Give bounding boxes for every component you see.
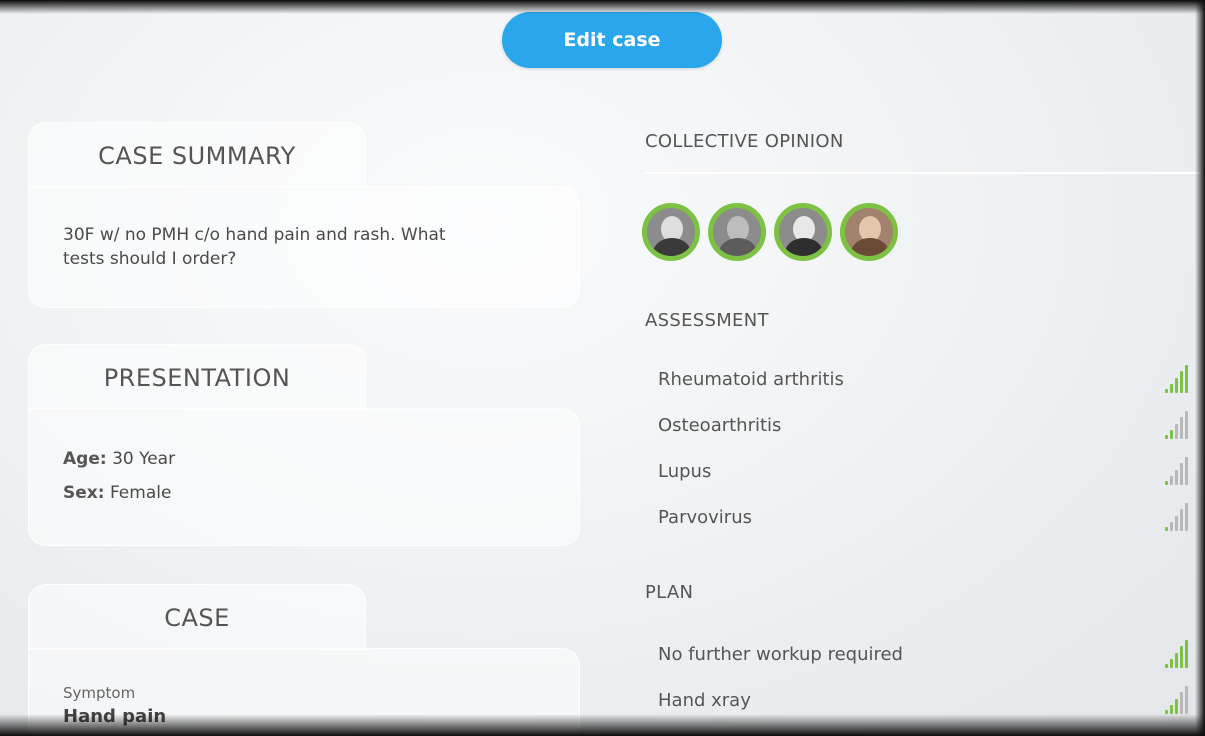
- signal-strength-icon: [1165, 365, 1188, 393]
- plan-label: Hand xray: [658, 689, 751, 711]
- top-vignette: [0, 0, 1205, 14]
- collective-opinion-title: COLLECTIVE OPINION: [645, 131, 844, 152]
- plan-label: No further workup required: [658, 643, 903, 665]
- avatar[interactable]: [840, 203, 898, 261]
- assessment-item[interactable]: Osteoarthritis: [658, 410, 1188, 440]
- assessment-item[interactable]: Rheumatoid arthritis: [658, 364, 1188, 394]
- plan-item[interactable]: Hand xray: [658, 685, 1188, 715]
- age-row: Age: 30 Year: [29, 409, 579, 471]
- presentation-card: Age: 30 Year Sex: Female: [28, 408, 580, 546]
- case-title: CASE: [164, 603, 230, 632]
- assessment-label: Lupus: [658, 460, 712, 482]
- plan-title: PLAN: [645, 582, 694, 603]
- sex-row: Sex: Female: [29, 471, 579, 505]
- sex-value: Female: [109, 483, 172, 503]
- avatar[interactable]: [642, 203, 700, 261]
- case-summary-line-2: tests should I order?: [63, 249, 237, 269]
- presentation-tab: PRESENTATION: [28, 344, 366, 410]
- age-value: 30 Year: [112, 449, 176, 469]
- age-label: Age:: [63, 449, 107, 469]
- signal-strength-icon: [1165, 457, 1188, 485]
- right-vignette: [1195, 0, 1205, 736]
- case-summary-tab: CASE SUMMARY: [28, 122, 366, 188]
- case-summary-title: CASE SUMMARY: [98, 141, 296, 170]
- case-summary-line-1: 30F w/ no PMH c/o hand pain and rash. Wh…: [63, 225, 446, 245]
- presentation-title: PRESENTATION: [103, 363, 291, 392]
- opinion-divider: [645, 172, 1201, 174]
- assessment-item[interactable]: Lupus: [658, 456, 1188, 486]
- assessment-label: Rheumatoid arthritis: [658, 368, 844, 390]
- bottom-vignette: [0, 714, 1205, 736]
- signal-strength-icon: [1165, 503, 1188, 531]
- symptom-label: Symptom: [63, 684, 136, 702]
- assessment-label: Parvovirus: [658, 506, 752, 528]
- case-tab: CASE: [28, 584, 366, 650]
- plan-item[interactable]: No further workup required: [658, 639, 1188, 669]
- case-summary-card: 30F w/ no PMH c/o hand pain and rash. Wh…: [28, 186, 580, 308]
- assessment-title: ASSESSMENT: [645, 310, 769, 331]
- contributor-avatars: [642, 203, 898, 261]
- case-screen: Edit case CASE SUMMARY 30F w/ no PMH c/o…: [0, 0, 1205, 736]
- edit-case-button[interactable]: Edit case: [502, 12, 722, 68]
- signal-strength-icon: [1165, 640, 1188, 668]
- avatar[interactable]: [774, 203, 832, 261]
- signal-strength-icon: [1165, 411, 1188, 439]
- avatar[interactable]: [708, 203, 766, 261]
- assessment-item[interactable]: Parvovirus: [658, 502, 1188, 532]
- signal-strength-icon: [1165, 686, 1188, 714]
- sex-label: Sex:: [63, 483, 105, 503]
- assessment-label: Osteoarthritis: [658, 414, 782, 436]
